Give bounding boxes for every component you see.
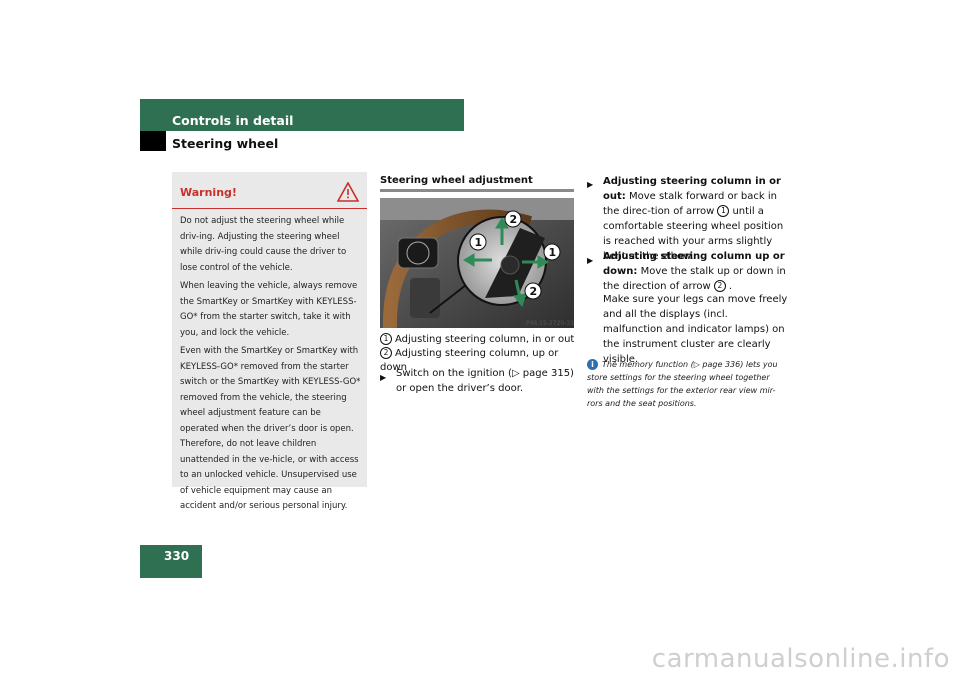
callout-number: 2 bbox=[713, 280, 726, 292]
callout-number: 1 bbox=[380, 333, 392, 345]
header-marker bbox=[140, 131, 166, 151]
warning-triangle-icon bbox=[337, 182, 359, 202]
warning-paragraph: Even with the SmartKey or SmartKey with … bbox=[180, 346, 361, 511]
info-icon: i bbox=[587, 359, 598, 370]
warning-title: Warning! bbox=[180, 186, 237, 199]
step-text: . bbox=[728, 281, 733, 292]
svg-text:2: 2 bbox=[510, 213, 518, 226]
warning-body: Do not adjust the steering wheel while d… bbox=[180, 214, 362, 518]
callout-number: 1 bbox=[717, 205, 730, 217]
bullet-arrow-icon: ▶ bbox=[380, 373, 387, 382]
warning-box: Warning! Do not adjust the steering whee… bbox=[172, 172, 367, 511]
svg-text:1: 1 bbox=[475, 236, 483, 249]
svg-text:1: 1 bbox=[549, 246, 557, 259]
callout-number: 2 bbox=[380, 347, 392, 359]
caption-1: 1 Adjusting steering column, in or out bbox=[380, 333, 580, 347]
caption-text: Adjusting steering column, in or out bbox=[395, 334, 575, 345]
section-title: Steering wheel adjustment bbox=[380, 175, 533, 186]
svg-text:2: 2 bbox=[530, 285, 538, 298]
info-text: The memory function (▷ page 336) lets yo… bbox=[587, 360, 778, 408]
watermark: carmanualsonline.info bbox=[651, 644, 950, 674]
step-up-down: Adjusting steering column up or down: Mo… bbox=[603, 249, 788, 294]
step-ignition: Switch on the ignition (▷ page 315) or o… bbox=[396, 368, 574, 394]
info-note: i The memory function (▷ page 336) lets y… bbox=[587, 358, 787, 410]
section-rule bbox=[380, 189, 574, 192]
step-note: Make sure your legs can move freely and … bbox=[603, 294, 788, 365]
steering-stalk-illustration: 2 1 1 2 bbox=[380, 198, 574, 328]
warning-divider bbox=[172, 208, 367, 209]
warning-paragraph: Do not adjust the steering wheel while d… bbox=[180, 216, 347, 273]
bullet-arrow-icon: ▶ bbox=[587, 256, 594, 265]
chapter-title: Controls in detail bbox=[172, 113, 294, 128]
bullet-arrow-icon: ▶ bbox=[587, 180, 594, 189]
section-subtitle: Steering wheel bbox=[172, 136, 279, 151]
warning-paragraph: When leaving the vehicle, always remove … bbox=[180, 281, 358, 338]
figure-code: P46.15-2720-31 bbox=[526, 320, 575, 327]
page-number: 330 bbox=[164, 549, 190, 563]
